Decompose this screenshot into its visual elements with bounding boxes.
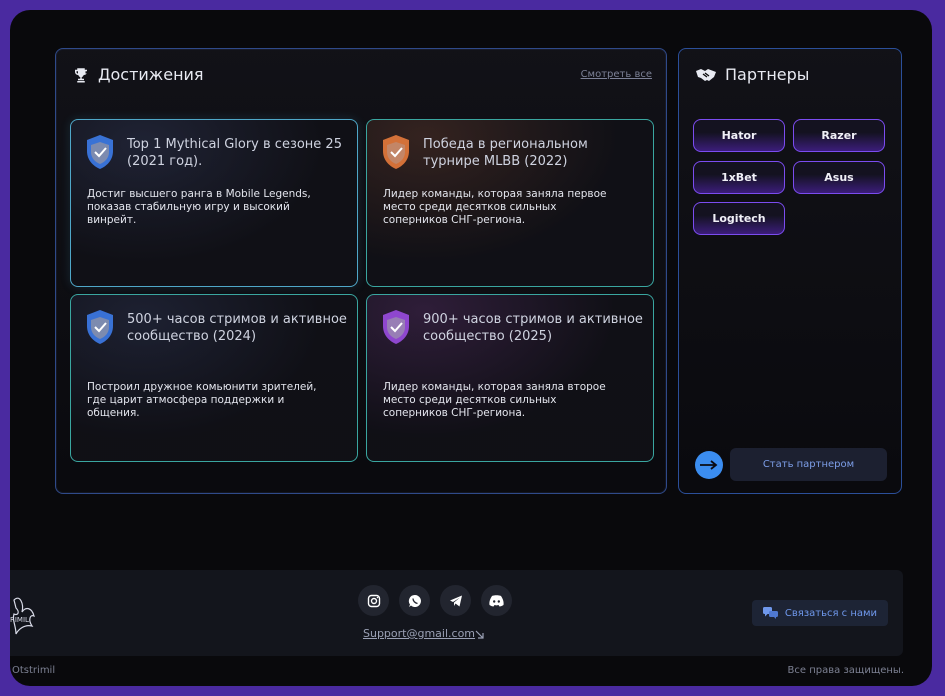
arrow-right-icon [700,460,718,470]
footer: RIMIL Support@gmail.com Связаться с нами [10,570,903,656]
discord-icon [489,594,504,606]
brand-logo-icon: RIMIL [10,597,35,635]
instagram-button[interactable] [358,585,389,616]
achievement-description: Лидер команды, которая заняла второе мес… [383,381,606,419]
achievement-description: Построил дружное комьюнити зрителей, где… [87,381,317,419]
telegram-icon [449,595,462,606]
achievement-description: Лидер команды, которая заняла первое мес… [383,188,607,226]
achievement-card[interactable]: 900+ часов стримов и активное сообщество… [366,294,654,462]
shield-badge-icon [87,135,113,169]
achievements-panel: Достижения Смотреть все Top 1 Mythical G… [55,48,667,494]
partners-title: Партнеры [725,65,810,84]
svg-text:RIMIL: RIMIL [10,616,29,624]
chat-icon [762,607,778,619]
achievement-card[interactable]: 500+ часов стримов и активное сообщество… [70,294,358,462]
achievements-header: Достижения [72,65,204,84]
partner-logitech-button[interactable]: Logitech [693,202,785,235]
trophy-icon [75,67,87,82]
support-email-link[interactable]: Support@gmail.com [363,627,475,640]
see-all-link[interactable]: Смотреть все [581,69,652,80]
shield-badge-icon [87,310,113,344]
contact-us-label: Связаться с нами [784,607,878,619]
discord-button[interactable] [481,585,512,616]
contact-us-button[interactable]: Связаться с нами [752,600,888,626]
app-frame: Достижения Смотреть все Top 1 Mythical G… [10,10,932,686]
achievement-title: Top 1 Mythical Glory в сезоне 25 (2021 г… [127,137,342,169]
partner-hator-button[interactable]: Hator [693,119,785,152]
achievement-card[interactable]: Top 1 Mythical Glory в сезоне 25 (2021 г… [70,119,358,287]
achievement-title: Победа в региональном турнире MLBB (2022… [423,137,588,169]
become-partner-arrow-button[interactable] [695,451,723,479]
achievement-card[interactable]: Победа в региональном турнире MLBB (2022… [366,119,654,287]
achievements-title: Достижения [98,65,204,84]
partners-header: Партнеры [695,65,809,84]
copyright-notice: Все права защищены. [787,665,904,676]
handshake-icon [696,68,716,81]
telegram-button[interactable] [440,585,471,616]
instagram-icon [367,594,380,607]
whatsapp-icon [408,594,421,607]
achievement-title: 500+ часов стримов и активное сообщество… [127,312,347,344]
shield-badge-icon [383,310,409,344]
become-partner-button[interactable]: Стать партнером [730,448,887,481]
partner-asus-button[interactable]: Asus [793,161,885,194]
copyright-brand: Otstrimil [12,665,56,676]
partners-panel: Партнеры Hator Razer 1xBet Asus Logitech… [678,48,902,494]
partner-razer-button[interactable]: Razer [793,119,885,152]
achievement-description: Достиг высшего ранга в Mobile Legends, п… [87,188,311,226]
shield-badge-icon [383,135,409,169]
achievement-title: 900+ часов стримов и активное сообщество… [423,312,643,344]
whatsapp-button[interactable] [399,585,430,616]
arrow-down-right-icon [475,630,484,639]
partner-1xbet-button[interactable]: 1xBet [693,161,785,194]
